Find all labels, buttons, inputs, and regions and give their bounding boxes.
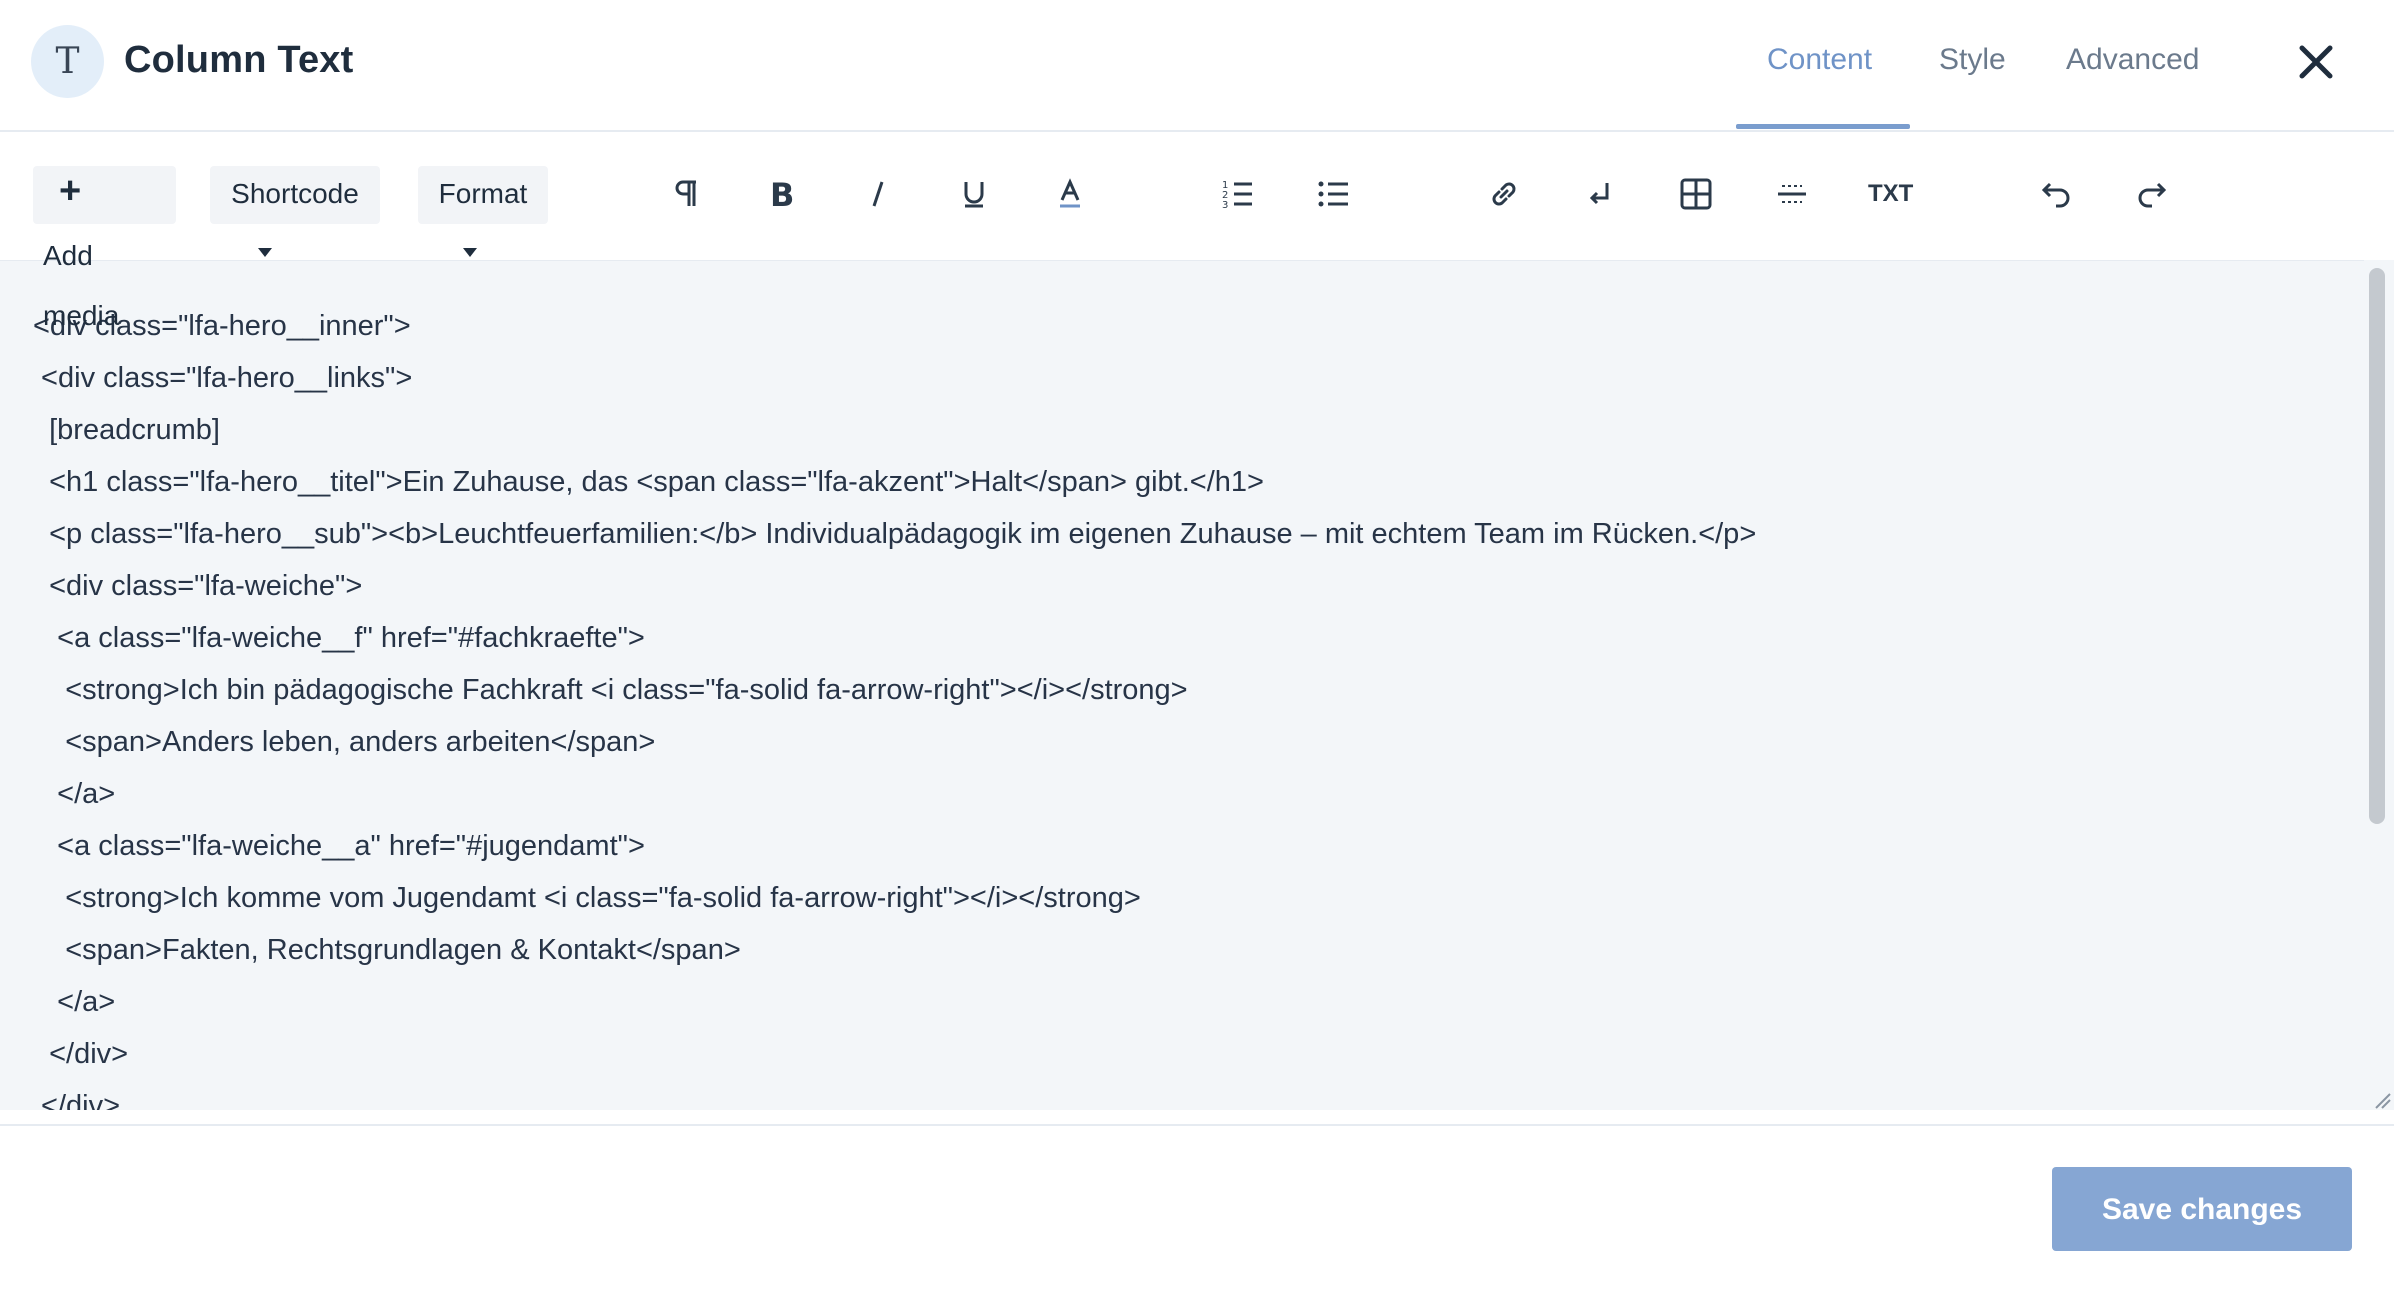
code-line: <a class="lfa-weiche__f" href="#fachkrae… — [33, 622, 645, 654]
line-break-icon[interactable] — [1580, 174, 1620, 214]
save-changes-button[interactable]: Save changes — [2052, 1167, 2352, 1251]
underline-icon[interactable] — [954, 174, 994, 214]
format-dropdown[interactable]: Format — [418, 166, 548, 224]
add-media-label[interactable]: Add — [43, 238, 93, 274]
editor-toolbar: + Shortcode Format B 123 TXT — [0, 132, 2394, 260]
ordered-list-icon[interactable]: 123 — [1218, 174, 1258, 214]
close-icon[interactable] — [2294, 40, 2338, 84]
tab-content[interactable]: Content — [1767, 38, 1872, 82]
format-label: Format — [438, 178, 528, 209]
italic-icon[interactable] — [858, 174, 898, 214]
text-color-icon[interactable] — [1050, 174, 1090, 214]
code-line: <a class="lfa-weiche__a" href="#jugendam… — [33, 830, 645, 862]
undo-icon[interactable] — [2036, 174, 2076, 214]
horizontal-rule-icon[interactable] — [1772, 174, 1812, 214]
bold-icon[interactable]: B — [762, 174, 802, 214]
table-icon[interactable] — [1676, 174, 1716, 214]
tab-style[interactable]: Style — [1939, 38, 2006, 82]
format-caret-icon — [463, 248, 477, 257]
avatar-letter: T — [55, 41, 80, 82]
add-media-button[interactable]: + — [33, 166, 176, 224]
code-line: <p class="lfa-hero__sub"><b>Leuchtfeuerf… — [33, 518, 1757, 550]
add-media-label-2[interactable]: media — [43, 298, 119, 334]
bullet-list-icon[interactable] — [1314, 174, 1354, 214]
code-line: <span>Fakten, Rechtsgrundlagen & Kontakt… — [33, 934, 741, 966]
code-line: <strong>Ich komme vom Jugendamt <i class… — [33, 882, 1141, 914]
code-line: </div> — [33, 1090, 121, 1110]
dialog-header: T Column Text — [0, 0, 2394, 132]
shortcode-label: Shortcode — [231, 178, 359, 209]
link-icon[interactable] — [1484, 174, 1524, 214]
code-line: </a> — [33, 778, 116, 810]
svg-text:3: 3 — [1222, 200, 1228, 211]
code-line: [breadcrumb] — [33, 414, 220, 446]
dialog-title: Column Text — [124, 39, 354, 81]
active-tab-indicator — [1736, 124, 1910, 129]
txt-icon[interactable]: TXT — [1868, 180, 1913, 208]
code-line: <strong>Ich bin pädagogische Fachkraft <… — [33, 674, 1188, 706]
paragraph-icon[interactable] — [666, 174, 706, 214]
redo-icon[interactable] — [2132, 174, 2172, 214]
code-line: </div> — [33, 1038, 129, 1070]
code-line: <h1 class="lfa-hero__titel">Ein Zuhause,… — [33, 466, 1264, 498]
resize-handle-icon[interactable] — [2372, 1090, 2392, 1110]
shortcode-caret-icon — [258, 248, 272, 257]
code-line: <div class="lfa-weiche"> — [33, 570, 363, 602]
code-line: <div class="lfa-hero__links"> — [33, 362, 413, 394]
svg-text:B: B — [770, 176, 794, 214]
plus-icon: + — [59, 170, 82, 212]
code-line: <span>Anders leben, anders arbeiten</spa… — [33, 726, 656, 758]
editor-scrollbar-thumb[interactable] — [2369, 268, 2385, 824]
dialog-footer — [0, 1124, 2394, 1292]
element-type-avatar: T — [31, 25, 104, 98]
code-line: </a> — [33, 986, 116, 1018]
shortcode-dropdown[interactable]: Shortcode — [210, 166, 380, 224]
code-editor[interactable]: <div class="lfa-hero__inner"> <div class… — [0, 260, 2394, 1110]
tab-advanced[interactable]: Advanced — [2066, 38, 2199, 82]
